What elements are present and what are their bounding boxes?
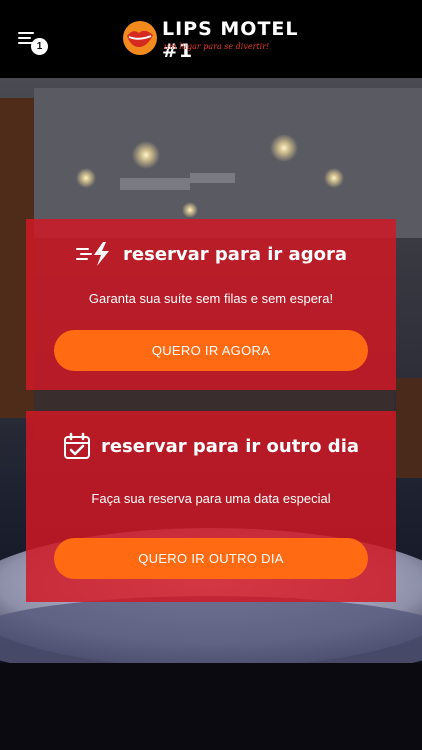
lightning-speed-icon xyxy=(76,242,110,266)
brand-name: LIPS MOTEL #1 xyxy=(162,18,299,62)
reserve-other-day-title-row: reservar para ir outro dia xyxy=(26,432,396,460)
top-bar: 1 LIPS MOTEL #1 um lugar para se diverti… xyxy=(0,0,422,78)
reserve-other-day-card: reservar para ir outro dia Faça sua rese… xyxy=(26,411,396,602)
menu-icon xyxy=(18,32,34,34)
quero-ir-agora-button[interactable]: QUERO IR AGORA xyxy=(54,330,368,371)
calendar-check-icon xyxy=(63,432,90,459)
menu-button[interactable]: 1 xyxy=(16,28,50,55)
menu-icon-line xyxy=(18,37,31,39)
quero-ir-outro-dia-button[interactable]: QUERO IR OUTRO DIA xyxy=(54,538,368,579)
notification-badge: 1 xyxy=(31,38,48,55)
reserve-now-subtitle: Garanta sua suíte sem filas e sem espera… xyxy=(88,291,334,306)
reserve-now-title-row: reservar para ir agora xyxy=(26,241,396,267)
reserve-other-day-subtitle: Faça sua reserva para uma data especial xyxy=(91,491,331,506)
brand-logo: LIPS MOTEL #1 um lugar para se divertir! xyxy=(122,18,300,62)
reserve-other-day-title: reservar para ir outro dia xyxy=(100,435,360,457)
reserve-now-title: reservar para ir agora xyxy=(123,243,347,265)
brand-tagline: um lugar para se divertir! xyxy=(164,42,270,51)
lips-logo-icon xyxy=(123,21,157,55)
reserve-now-card: reservar para ir agora Garanta sua suíte… xyxy=(26,219,396,390)
